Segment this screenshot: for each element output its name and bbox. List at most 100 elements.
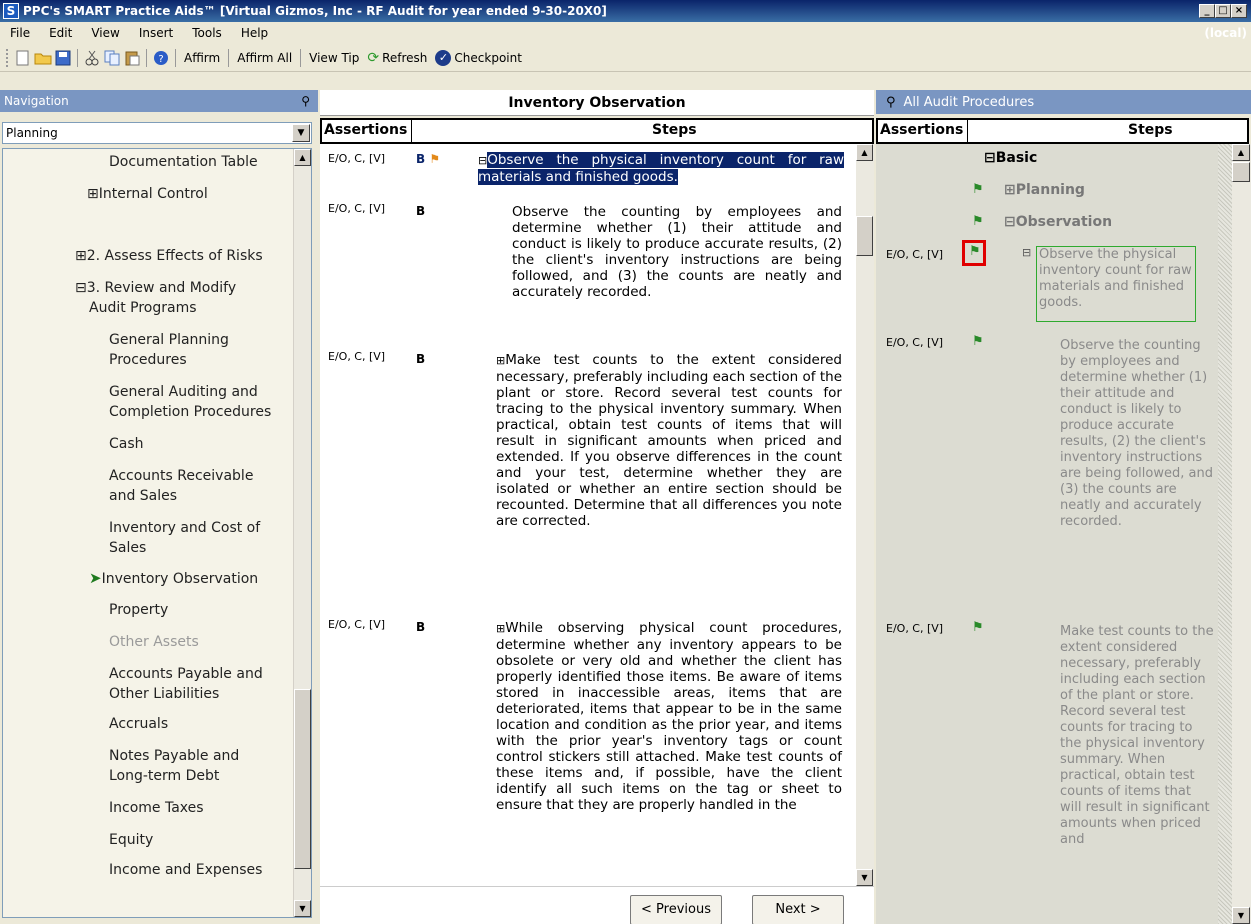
procedure-step[interactable]: Make test counts to the extent considere… xyxy=(1060,624,1216,848)
right-scrollbar[interactable]: ▲ ▼ xyxy=(1232,144,1251,924)
refresh-button[interactable]: ⟳ Refresh xyxy=(363,50,431,66)
paste-icon[interactable] xyxy=(122,48,142,68)
scroll-up-icon[interactable]: ▲ xyxy=(1232,144,1250,161)
menu-tools[interactable]: Tools xyxy=(182,26,231,40)
nav-item-internal-control[interactable]: ⊞Internal Control xyxy=(87,185,208,204)
navigation-dropdown[interactable]: Planning ▼ xyxy=(2,122,312,144)
collapse-icon[interactable]: ⊟ xyxy=(1022,246,1031,259)
nav-item-general-planning-cont[interactable]: Procedures xyxy=(109,351,187,370)
nav-item-notes-payable[interactable]: Notes Payable and xyxy=(109,747,239,766)
current-arrow-icon: ➤ xyxy=(89,569,102,587)
procedure-step[interactable]: Observe the counting by employees and de… xyxy=(1060,338,1216,530)
procedure-step[interactable]: ⊞While observing physical count procedur… xyxy=(496,620,842,813)
navigation-scroll-thumb[interactable] xyxy=(294,689,311,869)
tree-node-observation[interactable]: ⊟Observation xyxy=(1004,214,1112,230)
column-header-assertions: Assertions xyxy=(880,122,964,138)
nav-item-inventory-observation-label: Inventory Observation xyxy=(101,571,259,587)
pin-icon[interactable]: ⚲ xyxy=(301,94,310,108)
row-assertion: E/O, C, [V] xyxy=(328,618,386,631)
procedure-step[interactable]: ⊞Make test counts to the extent consider… xyxy=(496,352,842,529)
tree-node-basic[interactable]: ⊟Basic xyxy=(984,150,1037,166)
scroll-down-icon[interactable]: ▼ xyxy=(1232,907,1250,924)
app-logo-icon: S xyxy=(3,3,19,19)
menu-file[interactable]: File xyxy=(0,26,39,40)
refresh-icon: ⟳ xyxy=(367,49,380,66)
center-column-headers: Assertions Steps xyxy=(320,118,874,144)
close-button[interactable]: × xyxy=(1231,4,1247,18)
chevron-down-icon[interactable]: ▼ xyxy=(292,124,310,142)
affirm-all-button[interactable]: Affirm All xyxy=(233,51,296,65)
nav-item-general-auditing[interactable]: General Auditing and xyxy=(109,383,258,402)
copy-icon[interactable] xyxy=(102,48,122,68)
pin-icon[interactable]: ⚲ xyxy=(886,95,896,110)
toolbar-separator xyxy=(146,48,147,67)
badge-label: B xyxy=(416,152,426,166)
nav-item-income-expenses[interactable]: Income and Expenses xyxy=(109,861,262,880)
center-scrollbar[interactable]: ▲ ▼ xyxy=(856,144,874,886)
nav-item-inventory-cost-cont[interactable]: Sales xyxy=(109,539,146,558)
help-icon[interactable]: ? xyxy=(151,48,171,68)
next-button[interactable]: Next > xyxy=(752,895,844,924)
nav-item-general-planning[interactable]: General Planning xyxy=(109,331,229,350)
toolbar-grip[interactable] xyxy=(6,48,9,67)
menu-view[interactable]: View xyxy=(81,26,128,40)
nav-item-accruals[interactable]: Accruals xyxy=(109,715,168,734)
flag-icon[interactable]: ⚑ xyxy=(972,620,984,635)
pane-splitter[interactable] xyxy=(1218,144,1232,924)
nav-item-cash[interactable]: Cash xyxy=(109,435,144,454)
row-assertion: E/O, C, [V] xyxy=(886,622,944,635)
procedure-step[interactable]: Observe the counting by employees and de… xyxy=(512,204,842,300)
center-scroll-thumb[interactable] xyxy=(856,216,873,256)
flag-icon[interactable]: ⚑ xyxy=(972,182,984,197)
flag-icon[interactable]: ⚑ xyxy=(969,244,981,259)
nav-item-notes-payable-cont[interactable]: Long-term Debt xyxy=(109,767,219,786)
collapse-icon[interactable]: ⊟ xyxy=(478,154,487,167)
column-divider[interactable] xyxy=(967,120,968,144)
save-icon[interactable] xyxy=(53,48,73,68)
nav-item-inventory-cost[interactable]: Inventory and Cost of xyxy=(109,519,260,538)
scroll-down-icon[interactable]: ▼ xyxy=(294,900,311,917)
new-document-icon[interactable] xyxy=(13,48,33,68)
maximize-button[interactable]: □ xyxy=(1215,4,1231,18)
navigation-title: Navigation xyxy=(4,94,69,108)
right-scroll-thumb[interactable] xyxy=(1232,162,1250,182)
nav-item-equity[interactable]: Equity xyxy=(109,831,153,850)
nav-item-income-taxes[interactable]: Income Taxes xyxy=(109,799,204,818)
nav-item-general-auditing-cont[interactable]: Completion Procedures xyxy=(109,403,271,422)
nav-item-review-modify-cont[interactable]: Audit Programs xyxy=(89,299,197,318)
navigation-scrollbar[interactable]: ▲ ▼ xyxy=(293,149,311,917)
nav-item-other-assets[interactable]: Other Assets xyxy=(109,633,199,652)
nav-item-accounts-receivable[interactable]: Accounts Receivable xyxy=(109,467,253,486)
scroll-up-icon[interactable]: ▲ xyxy=(294,149,311,166)
open-folder-icon[interactable] xyxy=(33,48,53,68)
checkpoint-button[interactable]: ✓ Checkpoint xyxy=(431,49,526,66)
column-divider[interactable] xyxy=(411,120,412,144)
nav-item-assess-effects[interactable]: ⊞2. Assess Effects of Risks xyxy=(75,247,263,266)
window-title: PPC's SMART Practice Aids™ [Virtual Gizm… xyxy=(23,4,607,18)
view-tip-button[interactable]: View Tip xyxy=(305,51,363,65)
nav-item-inventory-observation[interactable]: ➤Inventory Observation xyxy=(89,569,258,589)
procedure-step-selected[interactable]: ⊟Observe the physical inventory count fo… xyxy=(478,152,844,185)
nav-item-accounts-payable-cont[interactable]: Other Liabilities xyxy=(109,685,219,704)
tree-node-planning[interactable]: ⊞Planning xyxy=(1004,182,1085,198)
cut-icon[interactable] xyxy=(82,48,102,68)
menu-edit[interactable]: Edit xyxy=(39,26,81,40)
expand-icon[interactable]: ⊞ xyxy=(496,622,505,635)
flag-icon[interactable]: ⚑ xyxy=(972,214,984,229)
flag-icon[interactable]: ⚑ xyxy=(972,334,984,349)
affirm-button[interactable]: Affirm xyxy=(180,51,224,65)
minimize-button[interactable]: _ xyxy=(1199,4,1215,18)
procedure-step-selected[interactable]: Observe the physical inventory count for… xyxy=(1036,246,1196,322)
previous-button[interactable]: < Previous xyxy=(630,895,722,924)
nav-item-property[interactable]: Property xyxy=(109,601,168,620)
nav-item-review-modify[interactable]: ⊟3. Review and Modify xyxy=(75,279,236,298)
nav-item-documentation-table[interactable]: Documentation Table xyxy=(109,153,258,172)
nav-item-accounts-payable[interactable]: Accounts Payable and xyxy=(109,665,263,684)
scroll-down-icon[interactable]: ▼ xyxy=(856,869,873,886)
menu-insert[interactable]: Insert xyxy=(129,26,182,40)
flag-icon[interactable]: ⚑ xyxy=(429,152,440,166)
menu-help[interactable]: Help xyxy=(231,26,277,40)
nav-item-accounts-receivable-cont[interactable]: and Sales xyxy=(109,487,177,506)
expand-icon[interactable]: ⊞ xyxy=(496,354,505,367)
scroll-up-icon[interactable]: ▲ xyxy=(856,144,873,161)
